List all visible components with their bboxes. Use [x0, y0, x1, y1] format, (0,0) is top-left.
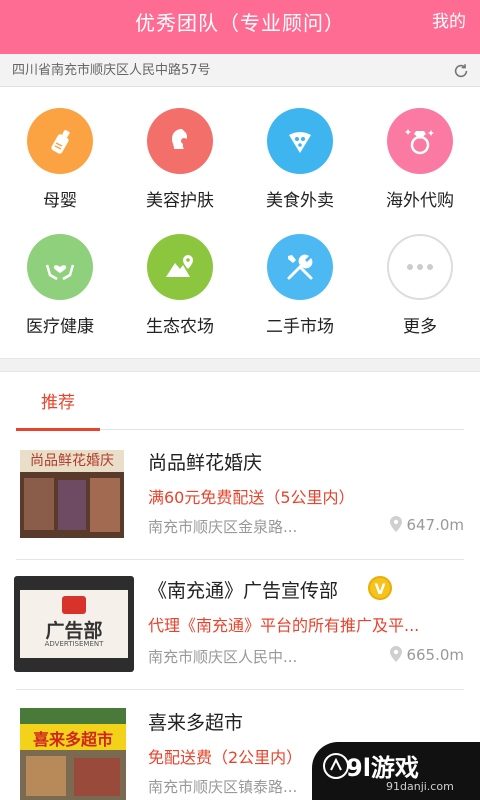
- merchant-promo: 满60元免费配送（5公里内）: [148, 488, 355, 507]
- section-divider: [0, 358, 480, 372]
- category-circle: [387, 234, 453, 300]
- diamond-ring-icon: [405, 129, 434, 155]
- category-overseas[interactable]: 海外代购: [360, 88, 480, 211]
- watermark-site: 91danji.com: [386, 780, 454, 793]
- distance-value: 665.0m: [406, 646, 464, 664]
- merchant-distance: 647.0m: [390, 516, 464, 534]
- distance-value: 647.0m: [406, 516, 464, 534]
- merchant-thumbnail: 喜来多超市: [20, 708, 126, 800]
- category-circle: [387, 108, 453, 174]
- tab-recommended[interactable]: 推荐: [16, 372, 100, 431]
- merchant-address: 南充市顺庆区金泉路...: [148, 518, 298, 536]
- location-pin-icon: [390, 646, 403, 662]
- tab-label: 推荐: [41, 393, 75, 413]
- category-label: 医疗健康: [26, 317, 94, 337]
- category-circle: [147, 234, 213, 300]
- category-grid: 母婴 美容护肤 美食外卖 海外代购 医疗健康 生态农场 二手市场 更多: [0, 88, 480, 358]
- app-header: 优秀团队（专业顾问） 我的: [0, 0, 480, 54]
- woman-face-icon: [172, 129, 188, 149]
- category-second-hand[interactable]: 二手市场: [240, 214, 360, 337]
- merchant-name: 喜来多超市: [148, 712, 244, 734]
- category-label: 生态农场: [146, 317, 214, 337]
- category-label: 母婴: [43, 191, 77, 211]
- watermark: 9l游戏 91danji.com: [312, 742, 480, 800]
- list-item[interactable]: 广告部 ADVERTISEMENT 《南充通》广告宣传部 V 代理《南充通》平台…: [0, 560, 480, 690]
- category-circle: [267, 234, 333, 300]
- category-label: 美容护肤: [146, 191, 214, 211]
- location-text: 四川省南充市顺庆区人民中路57号: [12, 63, 211, 78]
- category-circle: [27, 108, 93, 174]
- tools-icon: [287, 254, 313, 280]
- merchant-address: 南充市顺庆区镇泰路...: [148, 778, 298, 796]
- watermark-brand: 9l游戏: [346, 754, 419, 782]
- pizza-slice-icon: [289, 132, 311, 153]
- category-food[interactable]: 美食外卖: [240, 88, 360, 211]
- list-item[interactable]: 尚品鲜花婚庆 尚品鲜花婚庆 满60元免费配送（5公里内） 南充市顺庆区金泉路..…: [0, 430, 480, 560]
- tab-bar: 推荐: [16, 372, 464, 431]
- category-eco-farm[interactable]: 生态农场: [120, 214, 240, 337]
- category-label: 二手市场: [266, 317, 334, 337]
- baby-bottle-icon: [51, 130, 70, 154]
- thumbnail-sub-text: ADVERTISEMENT: [44, 640, 104, 648]
- thumbnail-sign-text: 尚品鲜花婚庆: [30, 453, 114, 469]
- category-circle: [267, 108, 333, 174]
- category-more[interactable]: 更多: [360, 214, 480, 337]
- merchant-name: 《南充通》广告宣传部: [148, 580, 339, 602]
- category-medical[interactable]: 医疗健康: [0, 214, 120, 337]
- merchant-distance: 665.0m: [390, 646, 464, 664]
- mine-button[interactable]: 我的: [432, 0, 466, 46]
- thumbnail-sign-text: 广告部: [45, 620, 103, 642]
- category-label: 美食外卖: [266, 191, 334, 211]
- verified-badge: V: [368, 576, 392, 600]
- merchant-address: 南充市顺庆区人民中...: [148, 648, 298, 666]
- merchant-thumbnail: 尚品鲜花婚庆: [20, 450, 124, 538]
- merchant-thumbnail: 广告部 ADVERTISEMENT: [14, 576, 134, 672]
- category-circle: [147, 108, 213, 174]
- category-beauty[interactable]: 美容护肤: [120, 88, 240, 211]
- thumbnail-sign-text: 喜来多超市: [32, 730, 113, 749]
- category-circle: [27, 234, 93, 300]
- location-pin-icon: [390, 516, 403, 532]
- category-label: 更多: [403, 317, 437, 337]
- heart-hands-icon: [45, 264, 75, 281]
- category-label: 海外代购: [386, 191, 454, 211]
- page-title: 优秀团队（专业顾问）: [135, 11, 345, 35]
- location-bar[interactable]: 四川省南充市顺庆区人民中路57号: [0, 54, 480, 87]
- merchant-name: 尚品鲜花婚庆: [148, 452, 263, 474]
- category-baby[interactable]: 母婴: [0, 88, 120, 211]
- merchant-promo: 代理《南充通》平台的所有推广及平...: [148, 616, 420, 635]
- refresh-icon[interactable]: [452, 62, 470, 80]
- mountain-pin-icon: [166, 255, 193, 277]
- more-dots-icon: [407, 264, 433, 270]
